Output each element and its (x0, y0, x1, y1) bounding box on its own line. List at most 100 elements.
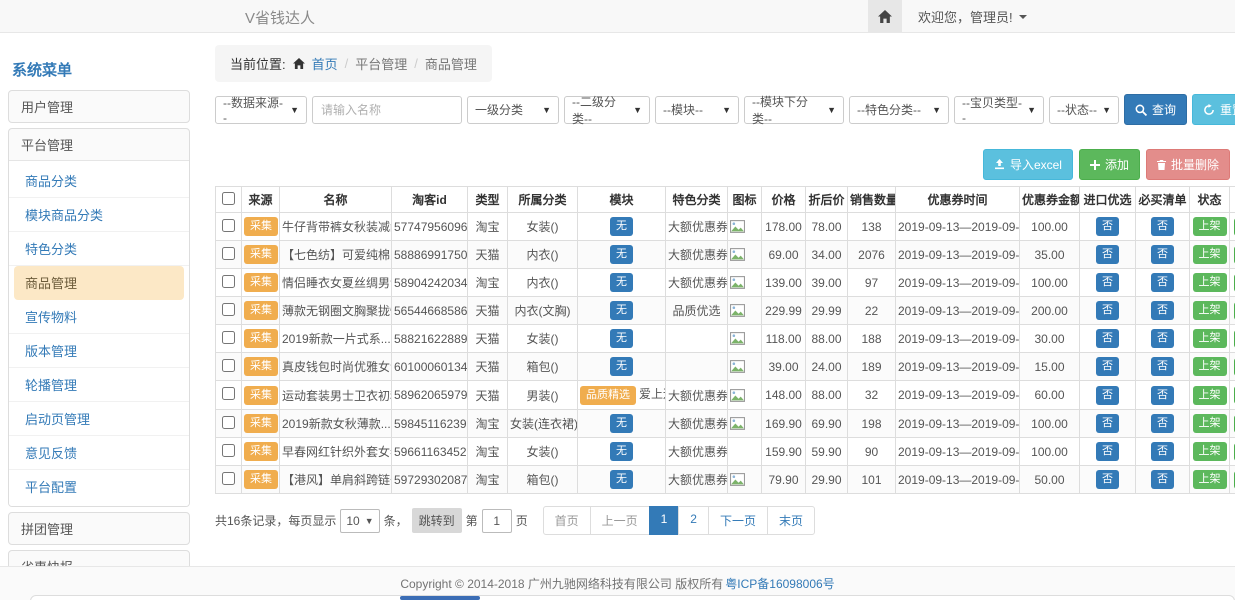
module-badge[interactable]: 无 (610, 273, 633, 292)
sidebar-item-users[interactable]: 用户管理 (9, 91, 189, 122)
row-checkbox[interactable] (222, 359, 235, 372)
sidebar-subitem-feedback[interactable]: 意见反馈 (9, 436, 189, 470)
cell-taoke-id: 588869917501 (392, 241, 468, 269)
module-badge[interactable]: 无 (610, 245, 633, 264)
filter-select-item-type[interactable]: --宝贝类型--▼ (954, 96, 1044, 124)
must-buy-toggle[interactable]: 否 (1151, 217, 1174, 236)
module-badge[interactable]: 无 (610, 217, 633, 236)
sidebar-subitem-special-category[interactable]: 特色分类 (9, 232, 189, 266)
page-button-下一页[interactable]: 下一页 (708, 506, 768, 535)
sidebar-subitem-carousel-mgmt[interactable]: 轮播管理 (9, 368, 189, 402)
filter-select-status[interactable]: --状态--▼ (1049, 96, 1119, 124)
batch-delete-button[interactable]: 批量删除 (1146, 149, 1230, 180)
add-button[interactable]: 添加 (1079, 149, 1140, 180)
import-select-toggle[interactable]: 否 (1096, 470, 1119, 489)
toolbar-row: 导入excel 添加 批量删除 (215, 149, 1230, 180)
row-checkbox[interactable] (222, 387, 235, 400)
module-badge[interactable]: 无 (610, 470, 633, 489)
must-buy-toggle[interactable]: 否 (1151, 273, 1174, 292)
must-buy-toggle[interactable]: 否 (1151, 442, 1174, 461)
sidebar-subitem-platform-config[interactable]: 平台配置 (9, 470, 189, 503)
row-checkbox[interactable] (222, 444, 235, 457)
row-checkbox[interactable] (222, 275, 235, 288)
home-button[interactable] (868, 0, 902, 33)
search-button[interactable]: 查询 (1124, 94, 1187, 125)
must-buy-toggle[interactable]: 否 (1151, 357, 1174, 376)
status-badge[interactable]: 上架 (1193, 442, 1227, 461)
must-buy-toggle[interactable]: 否 (1151, 386, 1174, 405)
filter-select-module[interactable]: --模块--▼ (655, 96, 739, 124)
page-button-上一页[interactable]: 上一页 (590, 506, 650, 535)
cell-status: 上架 (1190, 213, 1230, 241)
filter-select-level2-category[interactable]: --二级分类--▼ (564, 96, 650, 124)
row-checkbox[interactable] (222, 416, 235, 429)
status-badge[interactable]: 上架 (1193, 329, 1227, 348)
import-select-toggle[interactable]: 否 (1096, 245, 1119, 264)
name-search-input[interactable] (312, 96, 462, 124)
cell-sales-count: 90 (848, 438, 896, 466)
import-select-toggle[interactable]: 否 (1096, 329, 1119, 348)
sidebar-item-saving-news[interactable]: 省惠快报 (9, 551, 189, 566)
reset-button[interactable]: 重置 (1192, 94, 1235, 125)
import-select-toggle[interactable]: 否 (1096, 357, 1119, 376)
module-badge[interactable]: 无 (610, 329, 633, 348)
import-select-toggle[interactable]: 否 (1096, 273, 1119, 292)
import-select-toggle[interactable]: 否 (1096, 414, 1119, 433)
status-badge[interactable]: 上架 (1193, 301, 1227, 320)
breadcrumb-home-link[interactable]: 首页 (312, 54, 338, 73)
import-select-toggle[interactable]: 否 (1096, 442, 1119, 461)
page-button-2[interactable]: 2 (678, 506, 709, 535)
user-menu[interactable]: 欢迎您，管理员! (918, 7, 1027, 26)
cell-source: 采集 (242, 325, 280, 353)
status-badge[interactable]: 上架 (1193, 414, 1227, 433)
status-badge[interactable]: 上架 (1193, 217, 1227, 236)
per-page-select[interactable]: 10 ▼ (340, 509, 379, 533)
import-excel-button[interactable]: 导入excel (983, 149, 1073, 180)
select-all-checkbox[interactable] (222, 192, 235, 205)
sidebar-subitem-goods-category[interactable]: 商品分类 (9, 164, 189, 198)
must-buy-toggle[interactable]: 否 (1151, 301, 1174, 320)
status-badge[interactable]: 上架 (1193, 386, 1227, 405)
must-buy-toggle[interactable]: 否 (1151, 245, 1174, 264)
must-buy-toggle[interactable]: 否 (1151, 329, 1174, 348)
cell-type: 淘宝 (468, 466, 508, 494)
page-button-1[interactable]: 1 (649, 506, 680, 535)
status-badge[interactable]: 上架 (1193, 273, 1227, 292)
module-badge[interactable]: 无 (610, 301, 633, 320)
icp-link[interactable]: 粤ICP备16098006号 (725, 575, 834, 592)
page-button-首页[interactable]: 首页 (543, 506, 591, 535)
cell-price: 159.90 (762, 438, 806, 466)
row-checkbox[interactable] (222, 247, 235, 260)
import-select-toggle[interactable]: 否 (1096, 301, 1119, 320)
row-checkbox[interactable] (222, 331, 235, 344)
sidebar-subitem-version-mgmt[interactable]: 版本管理 (9, 334, 189, 368)
filter-select-data-source[interactable]: --数据来源--▼ (215, 96, 307, 124)
module-badge[interactable]: 无 (610, 414, 633, 433)
module-badge[interactable]: 品质精选 (580, 386, 636, 405)
row-checkbox[interactable] (222, 219, 235, 232)
must-buy-toggle[interactable]: 否 (1151, 414, 1174, 433)
page-button-末页[interactable]: 末页 (767, 506, 815, 535)
status-badge[interactable]: 上架 (1193, 245, 1227, 264)
row-checkbox[interactable] (222, 472, 235, 485)
page-number-input[interactable] (482, 509, 512, 533)
module-badge[interactable]: 无 (610, 357, 633, 376)
sidebar-subitem-promo-materials[interactable]: 宣传物料 (9, 300, 189, 334)
sidebar-subitem-splash-mgmt[interactable]: 启动页管理 (9, 402, 189, 436)
sidebar-item-platform[interactable]: 平台管理 (9, 129, 189, 160)
jump-button[interactable]: 跳转到 (412, 508, 462, 533)
module-label: 爱上运动 (639, 387, 666, 401)
sidebar-subitem-goods-mgmt[interactable]: 商品管理 (14, 266, 184, 300)
filter-select-special-category[interactable]: --特色分类--▼ (849, 96, 949, 124)
status-badge[interactable]: 上架 (1193, 470, 1227, 489)
module-badge[interactable]: 无 (610, 442, 633, 461)
sidebar-item-group-buy[interactable]: 拼团管理 (9, 513, 189, 544)
import-select-toggle[interactable]: 否 (1096, 217, 1119, 236)
row-checkbox[interactable] (222, 303, 235, 316)
filter-select-module-subcategory[interactable]: --模块下分类--▼ (744, 96, 844, 124)
status-badge[interactable]: 上架 (1193, 357, 1227, 376)
filter-select-level1-category[interactable]: 一级分类▼ (467, 96, 559, 124)
import-select-toggle[interactable]: 否 (1096, 386, 1119, 405)
must-buy-toggle[interactable]: 否 (1151, 470, 1174, 489)
sidebar-subitem-module-goods-category[interactable]: 模块商品分类 (9, 198, 189, 232)
